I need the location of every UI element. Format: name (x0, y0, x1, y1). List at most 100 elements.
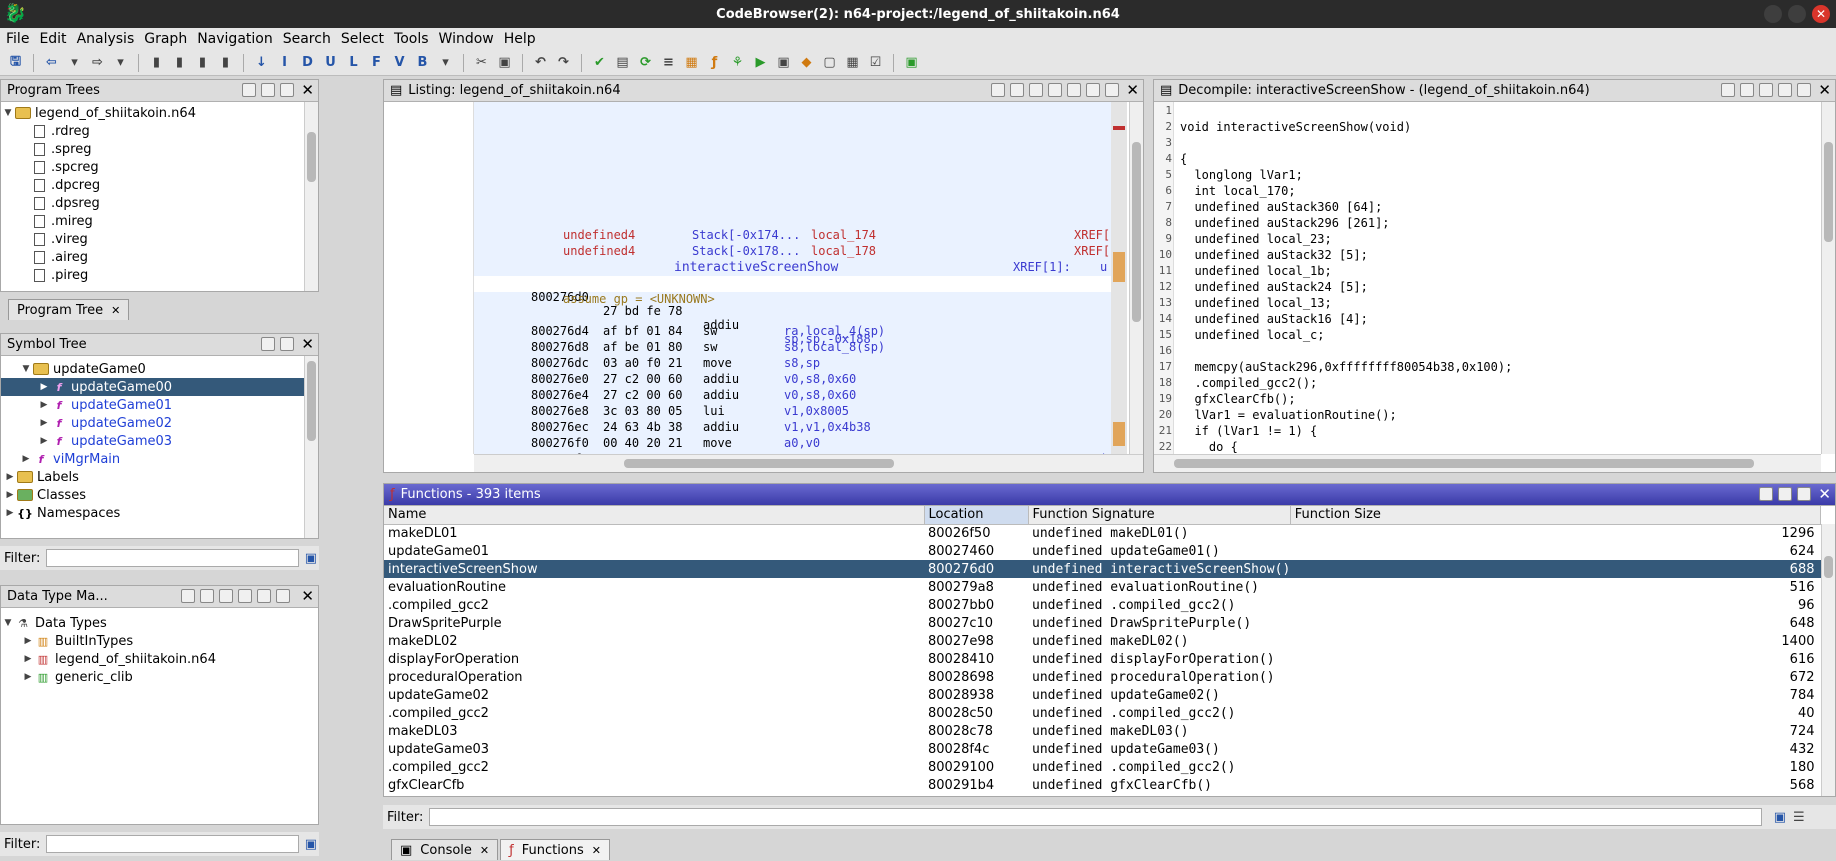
data-type-archive[interactable]: ▶ ▥ generic_clib (1, 668, 318, 686)
decompile-line[interactable]: 3 (1154, 136, 1821, 152)
close-tab-icon[interactable]: ✕ (480, 844, 489, 857)
table-row[interactable]: makeDL02 80027e98 undefined makeDL02() 1400 (384, 632, 1821, 650)
data-type-icon[interactable]: ▦ (682, 53, 701, 72)
columns-icon[interactable] (1797, 487, 1811, 501)
refresh-icon[interactable]: ⟳ (636, 53, 655, 72)
menu-file[interactable]: File (6, 31, 29, 47)
close-tab-icon[interactable]: ✕ (592, 844, 601, 857)
table-row[interactable]: displayForOperation 80028410 undefined dis… (384, 650, 1821, 668)
decompile-line[interactable]: 15 undefined local_c; (1154, 328, 1821, 344)
vertical-scrollbar[interactable] (1821, 524, 1835, 796)
tree-item[interactable]: .pireg (1, 266, 318, 284)
symbol-function-item[interactable]: ▶ f updateGame03 (1, 432, 318, 450)
filter-options-icon[interactable]: ▣ (303, 549, 319, 568)
nav-function-icon[interactable]: F (367, 53, 386, 72)
symbol-category-classes[interactable]: ▶ Classes (1, 486, 318, 504)
vertical-scrollbar[interactable] (1821, 102, 1835, 454)
undo-icon[interactable]: ↶ (531, 53, 550, 72)
filter-settings-icon[interactable]: ☰ (1789, 808, 1808, 827)
data-type-archive[interactable]: ▶ ▥ BuiltInTypes (1, 632, 318, 650)
close-tab-icon[interactable]: ✕ (111, 304, 120, 317)
decompile-line[interactable]: 7 undefined auStack360 [64]; (1154, 200, 1821, 216)
refresh-symbol-icon[interactable] (280, 337, 294, 351)
back-arrow-icon[interactable]: ⇦ (42, 53, 61, 72)
table-row[interactable]: updateGame01 80027460 undefined updateGame… (384, 542, 1821, 560)
copy-icon[interactable] (991, 83, 1005, 97)
table-row[interactable]: makeDL01 80026f50 undefined makeDL01() 1296 (384, 524, 1821, 542)
vertical-scrollbar[interactable] (304, 356, 318, 538)
close-icon[interactable]: ✕ (1818, 485, 1831, 503)
instruction-line[interactable]: 800276d8 af be 01 80 sw s8,local_8(sp) (474, 340, 1111, 356)
copy-icon[interactable] (1759, 487, 1773, 501)
refresh-icon[interactable] (1778, 487, 1792, 501)
tree-item[interactable]: .dpcreg (1, 176, 318, 194)
checkmark-icon[interactable]: ✔ (590, 53, 609, 72)
cursor-line[interactable]: 800276d0 27 bd fe 78 addiu sp,sp,-0x188 (474, 276, 1111, 346)
menu-icon[interactable] (276, 589, 290, 603)
menu-navigation[interactable]: Navigation (197, 31, 273, 47)
tree-item[interactable]: .vireg (1, 230, 318, 248)
table-row[interactable]: updateGame02 80028938 undefined updateGame… (384, 686, 1821, 704)
symbol-category-namespaces[interactable]: ▶{} Namespaces (1, 504, 318, 522)
prev-data-icon[interactable]: ▮ (193, 53, 212, 72)
table-row[interactable]: evaluationRoutine 800279a8 undefined evalu… (384, 578, 1821, 596)
next-function-icon[interactable]: ▮ (170, 53, 189, 72)
paste-icon[interactable]: ▣ (495, 53, 514, 72)
menu-select[interactable]: Select (341, 31, 384, 47)
terminal-icon[interactable]: ▣ (774, 53, 793, 72)
paste-icon[interactable] (1010, 83, 1024, 97)
decompile-line[interactable]: 8 undefined auStack296 [261]; (1154, 216, 1821, 232)
table-icon[interactable]: ▦ (843, 53, 862, 72)
checklist-icon[interactable]: ☑ (866, 53, 885, 72)
close-icon[interactable]: ✕ (1126, 81, 1139, 99)
horizontal-scrollbar[interactable] (474, 454, 1143, 472)
decompile-line[interactable]: 18 .compiled_gcc2(); (1154, 376, 1821, 392)
tree-item[interactable]: .mireg (1, 212, 318, 230)
run-script-icon[interactable]: ▶ (751, 53, 770, 72)
nav-instruction-icon[interactable]: I (275, 53, 294, 72)
column-header-name[interactable]: Name (384, 506, 925, 525)
tree-root[interactable]: ▼ legend_of_shiitakoin.n64 (1, 104, 318, 122)
menu-graph[interactable]: Graph (144, 31, 187, 47)
tree-item[interactable]: .rdreg (1, 122, 318, 140)
bytes-viewer-icon[interactable]: ▤ (613, 53, 632, 72)
nav-value-icon[interactable]: V (390, 53, 409, 72)
collapse-icon[interactable] (257, 589, 271, 603)
instruction-line[interactable]: 800276dc 03 a0 f0 21 move s8,sp (474, 356, 1111, 372)
forward-icon[interactable] (200, 589, 214, 603)
cursor-icon[interactable] (1029, 83, 1043, 97)
column-header-location[interactable]: Location (924, 506, 1029, 525)
data-types-root[interactable]: ▼ ⚗ Data Types (1, 614, 318, 632)
instruction-line[interactable]: 800276e4 27 c2 00 60 addiu v0,s8,0x60 (474, 388, 1111, 404)
field-edit-icon[interactable] (1048, 83, 1062, 97)
edit-icon[interactable] (1759, 83, 1773, 97)
table-row[interactable]: .compiled_gcc2 80028c50 undefined .compile… (384, 704, 1821, 722)
tree-item[interactable]: .aireg (1, 248, 318, 266)
save-icon[interactable]: 🖫 (6, 53, 25, 72)
data-type-filter-input[interactable] (46, 835, 299, 853)
vertical-scrollbar[interactable] (304, 102, 318, 291)
forward-dropdown-icon[interactable]: ▾ (111, 53, 130, 72)
minimize-button[interactable] (1764, 5, 1782, 23)
instruction-line[interactable]: 800276ec 24 63 4b 38 addiu v1,v1,0x4b38 (474, 420, 1111, 436)
back-dropdown-icon[interactable]: ▾ (65, 53, 84, 72)
symbol-function-item[interactable]: ▶ f viMgrMain (1, 450, 318, 468)
menu-window[interactable]: Window (439, 31, 494, 47)
decompile-code[interactable]: 1 2 void interactiveScreenShow(void) 3 4{5 l… (1154, 102, 1821, 454)
nav-label-icon[interactable]: L (344, 53, 363, 72)
menu-analysis[interactable]: Analysis (77, 31, 135, 47)
decompile-line[interactable]: 6 int local_170; (1154, 184, 1821, 200)
tab-functions[interactable]: ƒ Functions ✕ (500, 839, 610, 860)
filter-icon[interactable] (238, 589, 252, 603)
column-header-size[interactable]: Function Size (1290, 506, 1821, 525)
functions-filter-input[interactable] (429, 808, 1763, 826)
debugger-icon[interactable]: ▣ (902, 53, 921, 72)
symbol-function-item[interactable]: ▶ f updateGame02 (1, 414, 318, 432)
archive-icon[interactable] (219, 589, 233, 603)
table-row[interactable]: DrawSpritePurple 80027c10 undefined DrawSp… (384, 614, 1821, 632)
decompile-line[interactable]: 11 undefined local_1b; (1154, 264, 1821, 280)
nav-undefined-icon[interactable]: U (321, 53, 340, 72)
back-icon[interactable] (181, 589, 195, 603)
close-icon[interactable]: ✕ (1818, 81, 1831, 99)
decompile-line[interactable]: 21 if (lVar1 != 1) { (1154, 424, 1821, 440)
